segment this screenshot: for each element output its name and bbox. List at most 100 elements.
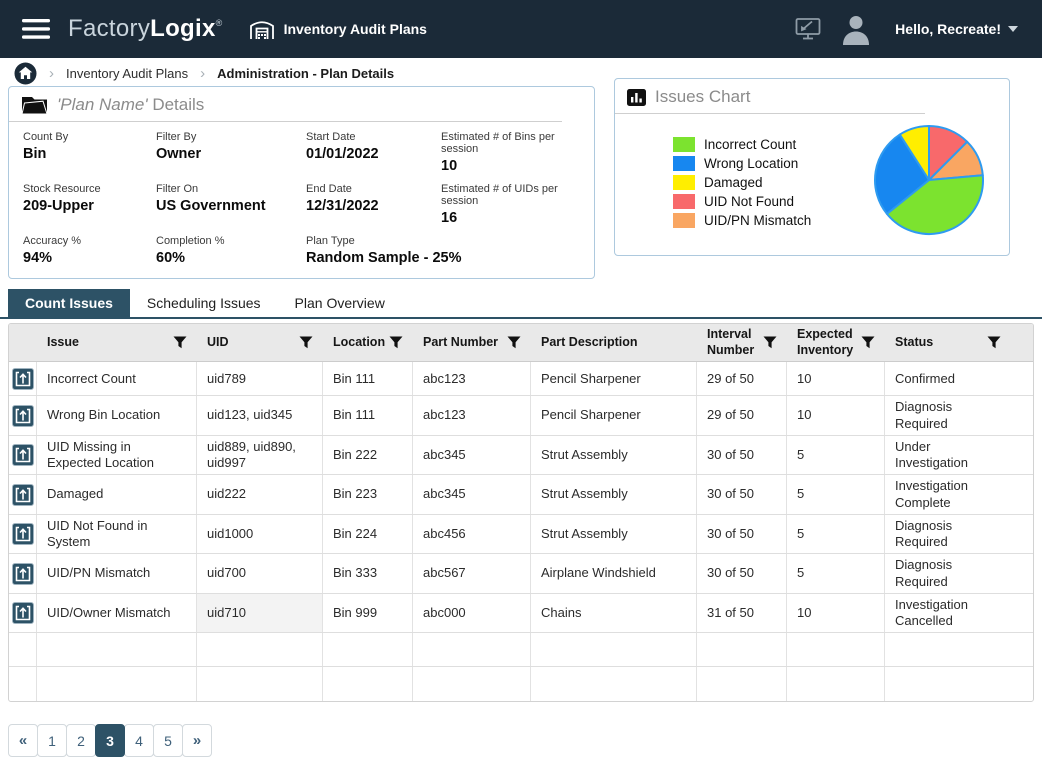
cell-part_number: abc345 — [413, 436, 531, 475]
column-label: Issue — [47, 335, 79, 351]
filter-icon[interactable] — [861, 336, 875, 349]
plan-details-panel: 'Plan Name' Details Count ByBinFilter By… — [8, 86, 595, 279]
cell-location: Bin 111 — [323, 396, 413, 435]
cell-expected: 5 — [787, 475, 885, 514]
open-issue-icon[interactable] — [12, 484, 34, 506]
field-value: 16 — [441, 210, 580, 226]
field-value: Random Sample - 25% — [306, 250, 580, 266]
user-avatar[interactable] — [839, 13, 873, 45]
field-label: Stock Resource — [23, 183, 156, 195]
field-label: Filter By — [156, 131, 306, 143]
filter-icon[interactable] — [763, 336, 777, 349]
cell-issue: Incorrect Count — [37, 362, 197, 395]
module-title: Inventory Audit Plans — [249, 18, 427, 40]
page-first-button[interactable]: « — [8, 724, 38, 757]
field-label: Filter On — [156, 183, 306, 195]
table-row: UID/Owner Mismatchuid710Bin 999abc000Cha… — [9, 594, 1033, 634]
legend-label: Damaged — [704, 175, 763, 190]
cell-empty — [531, 667, 697, 701]
row-action-cell — [9, 554, 37, 593]
tab-count-issues[interactable]: Count Issues — [8, 289, 130, 317]
plan-field: Estimated # of Bins per session10 — [441, 131, 580, 174]
remote-display-icon[interactable] — [793, 15, 823, 43]
cell-empty — [37, 633, 197, 666]
cell-status: Diagnosis Required — [885, 554, 1011, 593]
cell-issue: UID Not Found in System — [37, 515, 197, 554]
row-action-cell — [9, 436, 37, 475]
page-button-2[interactable]: 2 — [66, 724, 96, 757]
open-issue-icon[interactable] — [12, 602, 34, 624]
logo-text-bold: Logix — [150, 15, 216, 43]
column-label: Expected Inventory — [797, 327, 857, 358]
cell-location: Bin 224 — [323, 515, 413, 554]
top-navbar: FactoryLogix® Inventory Audit Plans — [0, 0, 1042, 58]
open-issue-icon[interactable] — [12, 405, 34, 427]
field-label: Estimated # of UIDs per session — [441, 183, 580, 207]
open-issue-icon[interactable] — [12, 523, 34, 545]
cell-part_description: Airplane Windshield — [531, 554, 697, 593]
cell-interval: 29 of 50 — [697, 362, 787, 395]
cell-part_description: Chains — [531, 594, 697, 633]
open-issue-icon[interactable] — [12, 563, 34, 585]
cell-part_number: abc456 — [413, 515, 531, 554]
cell-part_description: Strut Assembly — [531, 475, 697, 514]
filter-icon[interactable] — [987, 336, 1001, 349]
open-issue-icon[interactable] — [12, 444, 34, 466]
column-header-part-description: Part Description — [531, 324, 697, 361]
cell-interval: 30 of 50 — [697, 436, 787, 475]
plan-field: Accuracy %94% — [23, 235, 156, 266]
table-row-empty — [9, 633, 1033, 667]
tab-plan-overview[interactable]: Plan Overview — [278, 289, 402, 317]
registered-mark: ® — [216, 18, 223, 28]
cell-interval: 30 of 50 — [697, 475, 787, 514]
pie-chart — [871, 122, 987, 243]
cell-part_description: Pencil Sharpener — [531, 396, 697, 435]
row-action-cell — [9, 362, 37, 395]
home-icon[interactable] — [14, 62, 37, 85]
chevron-down-icon — [1008, 26, 1018, 32]
cell-issue: Wrong Bin Location — [37, 396, 197, 435]
column-label: Location — [333, 335, 385, 351]
tab-scheduling-issues[interactable]: Scheduling Issues — [130, 289, 278, 317]
field-label: Plan Type — [306, 235, 580, 247]
greeting-text: Hello, Recreate! — [895, 21, 1001, 37]
breadcrumb-separator: › — [49, 65, 54, 82]
cell-empty — [413, 633, 531, 666]
cell-uid: uid700 — [197, 554, 323, 593]
field-value: 12/31/2022 — [306, 198, 441, 214]
cell-expected: 10 — [787, 362, 885, 395]
open-issue-icon[interactable] — [12, 368, 34, 390]
user-menu[interactable]: Hello, Recreate! — [889, 20, 1024, 38]
cell-status: Investigation Cancelled — [885, 594, 1011, 633]
table-body: Incorrect Countuid789Bin 111abc123Pencil… — [9, 362, 1033, 701]
page-button-4[interactable]: 4 — [124, 724, 154, 757]
filter-icon[interactable] — [173, 336, 187, 349]
row-action-cell — [9, 594, 37, 633]
plan-fields-grid: Count ByBinFilter ByOwnerStart Date01/01… — [9, 122, 594, 278]
cell-location: Bin 333 — [323, 554, 413, 593]
cell-uid: uid222 — [197, 475, 323, 514]
cell-location: Bin 111 — [323, 362, 413, 395]
field-value: 10 — [441, 158, 580, 174]
field-value: Bin — [23, 146, 156, 162]
cell-status: Under Investigation — [885, 436, 1011, 475]
cell-uid: uid1000 — [197, 515, 323, 554]
cell-empty — [323, 667, 413, 701]
filter-icon[interactable] — [389, 336, 403, 349]
plan-field: End Date12/31/2022 — [306, 183, 441, 226]
breadcrumb-link[interactable]: Inventory Audit Plans — [66, 66, 188, 81]
page-button-5[interactable]: 5 — [153, 724, 183, 757]
legend-item: UID/PN Mismatch — [673, 213, 811, 228]
page-button-1[interactable]: 1 — [37, 724, 67, 757]
cell-uid: uid710 — [197, 594, 323, 633]
table-row: UID Missing in Expected Locationuid889, … — [9, 436, 1033, 476]
filter-icon[interactable] — [299, 336, 313, 349]
filter-icon[interactable] — [507, 336, 521, 349]
hamburger-menu-icon[interactable] — [18, 15, 54, 43]
cell-uid: uid123, uid345 — [197, 396, 323, 435]
column-header-icon — [9, 324, 37, 361]
app-logo[interactable]: FactoryLogix® — [68, 15, 223, 43]
field-label: Start Date — [306, 131, 441, 143]
page-button-3[interactable]: 3 — [95, 724, 125, 757]
page-last-button[interactable]: » — [182, 724, 212, 757]
